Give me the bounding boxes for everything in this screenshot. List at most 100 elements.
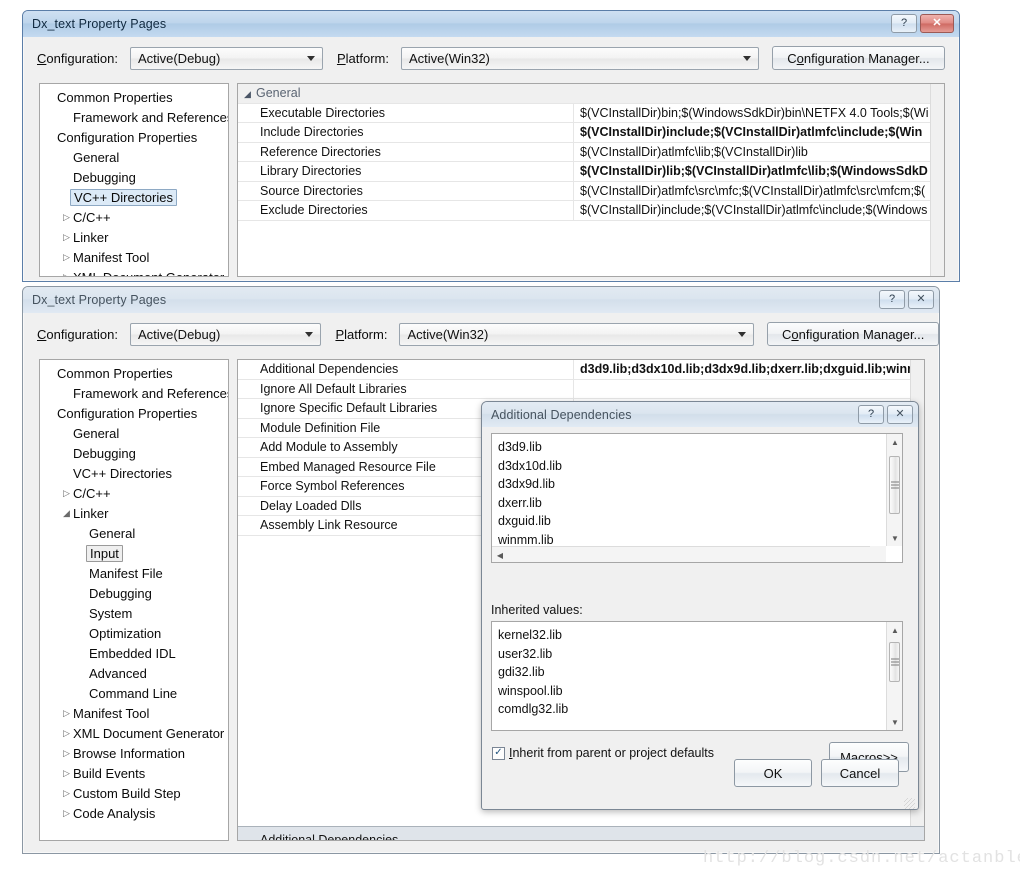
property-value[interactable] <box>573 379 924 399</box>
close-button[interactable]: ✕ <box>920 14 954 33</box>
window2-tree-pane[interactable]: Common Properties Framework and Reference… <box>39 359 229 841</box>
tree-item-command-line[interactable]: Command Line <box>40 683 228 703</box>
inherited-item[interactable]: kernel32.lib <box>498 626 902 645</box>
expanded-arrow-icon[interactable]: ◢ <box>244 85 256 103</box>
property-row[interactable]: Ignore All Default Libraries <box>238 379 924 399</box>
window1-tree-list[interactable]: Common Properties Framework and Reference… <box>40 84 228 277</box>
tree-item-c-c[interactable]: ▷ C/C++ <box>40 483 228 503</box>
property-value[interactable]: $(VCInstallDir)atlmfc\lib;$(VCInstallDir… <box>573 142 944 162</box>
tree-item-input[interactable]: Input <box>40 543 228 563</box>
property-row[interactable]: Include Directories $(VCInstallDir)includ… <box>238 123 944 143</box>
tree-item-vc-directories[interactable]: VC++ Directories <box>40 187 228 207</box>
tree-item-manifest-file[interactable]: Manifest File <box>40 563 228 583</box>
inherited-item[interactable]: winspool.lib <box>498 682 902 701</box>
collapsed-arrow-icon[interactable]: ▷ <box>60 212 73 222</box>
close-button[interactable]: ✕ <box>887 405 913 424</box>
tree-item-xml-document-generator[interactable]: ▷ XML Document Generator <box>40 267 228 277</box>
window1-vertical-scrollbar[interactable] <box>930 84 944 276</box>
window1-property-pane[interactable]: ◢ General Executable Directories $(VCInstal… <box>237 83 945 277</box>
configuration-manager-button[interactable]: Configuration Manager... <box>767 322 939 346</box>
property-value[interactable]: $(VCInstallDir)include;$(VCInstallDir)at… <box>573 201 944 221</box>
dependencies-hscrollbar[interactable]: ◀ ▶ <box>492 546 886 562</box>
property-row[interactable]: Library Directories $(VCInstallDir)lib;$(… <box>238 162 944 182</box>
dependency-item[interactable]: d3dx9d.lib <box>498 475 902 494</box>
tree-item-build-events[interactable]: ▷ Build Events <box>40 763 228 783</box>
vscroll-thumb[interactable] <box>889 642 900 682</box>
tree-item-debugging[interactable]: Debugging <box>40 167 228 187</box>
tree-item-advanced[interactable]: Advanced <box>40 663 228 683</box>
collapsed-arrow-icon[interactable]: ▷ <box>60 252 73 262</box>
cancel-button[interactable]: Cancel <box>821 759 899 787</box>
scroll-down-icon[interactable]: ▼ <box>887 714 902 730</box>
help-button[interactable]: ? <box>891 14 917 33</box>
property-row[interactable]: Exclude Directories $(VCInstallDir)includ… <box>238 201 944 221</box>
inherited-item[interactable]: comdlg32.lib <box>498 700 902 719</box>
scroll-up-icon[interactable]: ▲ <box>887 622 902 638</box>
help-button[interactable]: ? <box>879 290 905 309</box>
window1-property-list[interactable]: ◢ General Executable Directories $(VCInstal… <box>238 84 944 221</box>
tree-item-browse-information[interactable]: ▷ Browse Information <box>40 743 228 763</box>
dependency-item[interactable]: d3d9.lib <box>498 438 902 457</box>
property-group-header[interactable]: ◢ General <box>238 84 944 104</box>
property-pages-window-1[interactable]: Dx_text Property Pages ? ✕ Configuration… <box>22 10 960 282</box>
tree-item-linker[interactable]: ◢ Linker <box>40 503 228 523</box>
tree-item-configuration-properties[interactable]: Configuration Properties <box>40 127 228 147</box>
property-value[interactable]: $(VCInstallDir)include;$(VCInstallDir)at… <box>573 123 944 143</box>
tree-item-general[interactable]: General <box>40 147 228 167</box>
dependency-item[interactable]: d3dx10d.lib <box>498 457 902 476</box>
ok-button[interactable]: OK <box>734 759 812 787</box>
configuration-combo[interactable]: Active(Debug) <box>129 46 323 70</box>
window1-titlebar[interactable]: Dx_text Property Pages ? ✕ <box>23 11 959 37</box>
tree-item-manifest-tool[interactable]: ▷ Manifest Tool <box>40 247 228 267</box>
tree-item-debugging[interactable]: Debugging <box>40 443 228 463</box>
tree-item-system[interactable]: System <box>40 603 228 623</box>
dialog-caption-buttons[interactable]: ? ✕ <box>858 405 913 424</box>
inherited-listbox[interactable]: kernel32.lib user32.lib gdi32.lib winspool.… <box>491 621 903 731</box>
dependency-item[interactable]: dxerr.lib <box>498 494 902 513</box>
configuration-manager-button[interactable]: Configuration Manager... <box>771 46 945 70</box>
property-value[interactable]: d3d9.lib;d3dx10d.lib;d3dx9d.lib;dxerr.li… <box>573 360 924 380</box>
collapsed-arrow-icon[interactable]: ▷ <box>60 488 73 498</box>
tree-item-c-c[interactable]: ▷ C/C++ <box>40 207 228 227</box>
tree-item-general[interactable]: General <box>40 523 228 543</box>
property-row[interactable]: Reference Directories $(VCInstallDir)atlm… <box>238 142 944 162</box>
help-button[interactable]: ? <box>858 405 884 424</box>
dependencies-items[interactable]: d3d9.lib d3dx10d.lib d3dx9d.lib dxerr.lib dx… <box>492 434 902 549</box>
close-button[interactable]: ✕ <box>908 290 934 309</box>
inherit-checkbox-row[interactable]: ✓ Inherit from parent or project default… <box>492 746 714 760</box>
inherited-item[interactable]: user32.lib <box>498 645 902 664</box>
tree-item-linker[interactable]: ▷ Linker <box>40 227 228 247</box>
expanded-arrow-icon[interactable]: ◢ <box>60 508 73 518</box>
inherited-vscrollbar[interactable]: ▲ ▼ <box>886 622 902 730</box>
scroll-down-icon[interactable]: ▼ <box>887 530 902 546</box>
collapsed-arrow-icon[interactable]: ▷ <box>60 272 73 276</box>
property-row[interactable]: Executable Directories $(VCInstallDir)bin… <box>238 103 944 123</box>
collapsed-arrow-icon[interactable]: ▷ <box>60 728 73 738</box>
vscroll-thumb[interactable] <box>889 456 900 514</box>
dialog-titlebar[interactable]: Additional Dependencies ? ✕ <box>482 402 918 427</box>
tree-item-common-properties[interactable]: Common Properties <box>40 87 228 107</box>
window2-titlebar[interactable]: Dx_text Property Pages ? ✕ <box>23 287 939 313</box>
tree-item-xml-document-generator[interactable]: ▷ XML Document Generator <box>40 723 228 743</box>
window1-caption-buttons[interactable]: ? ✕ <box>891 14 954 33</box>
configuration-combo[interactable]: Active(Debug) <box>129 322 322 346</box>
tree-item-common-properties[interactable]: Common Properties <box>40 363 228 383</box>
tree-item-vc-directories[interactable]: VC++ Directories <box>40 463 228 483</box>
tree-item-optimization[interactable]: Optimization <box>40 623 228 643</box>
window2-tree-list[interactable]: Common Properties Framework and Reference… <box>40 360 228 823</box>
tree-item-custom-build-step[interactable]: ▷ Custom Build Step <box>40 783 228 803</box>
collapsed-arrow-icon[interactable]: ▷ <box>60 232 73 242</box>
property-value[interactable]: $(VCInstallDir)lib;$(VCInstallDir)atlmfc… <box>573 162 944 182</box>
collapsed-arrow-icon[interactable]: ▷ <box>60 808 73 818</box>
tree-item-configuration-properties[interactable]: Configuration Properties <box>40 403 228 423</box>
collapsed-arrow-icon[interactable]: ▷ <box>60 768 73 778</box>
inherited-items[interactable]: kernel32.lib user32.lib gdi32.lib winspool.… <box>492 622 902 719</box>
window2-caption-buttons[interactable]: ? ✕ <box>879 290 934 309</box>
window1-tree-pane[interactable]: Common Properties Framework and Reference… <box>39 83 229 277</box>
tree-item-code-analysis[interactable]: ▷ Code Analysis <box>40 803 228 823</box>
inherited-item[interactable]: gdi32.lib <box>498 663 902 682</box>
property-row[interactable]: Source Directories $(VCInstallDir)atlmfc\… <box>238 181 944 201</box>
platform-combo[interactable]: Active(Win32) <box>400 46 759 70</box>
additional-dependencies-dialog[interactable]: Additional Dependencies ? ✕ d3d9.lib d3dx… <box>481 401 919 810</box>
dependencies-vscrollbar[interactable]: ▲ ▼ <box>886 434 902 546</box>
